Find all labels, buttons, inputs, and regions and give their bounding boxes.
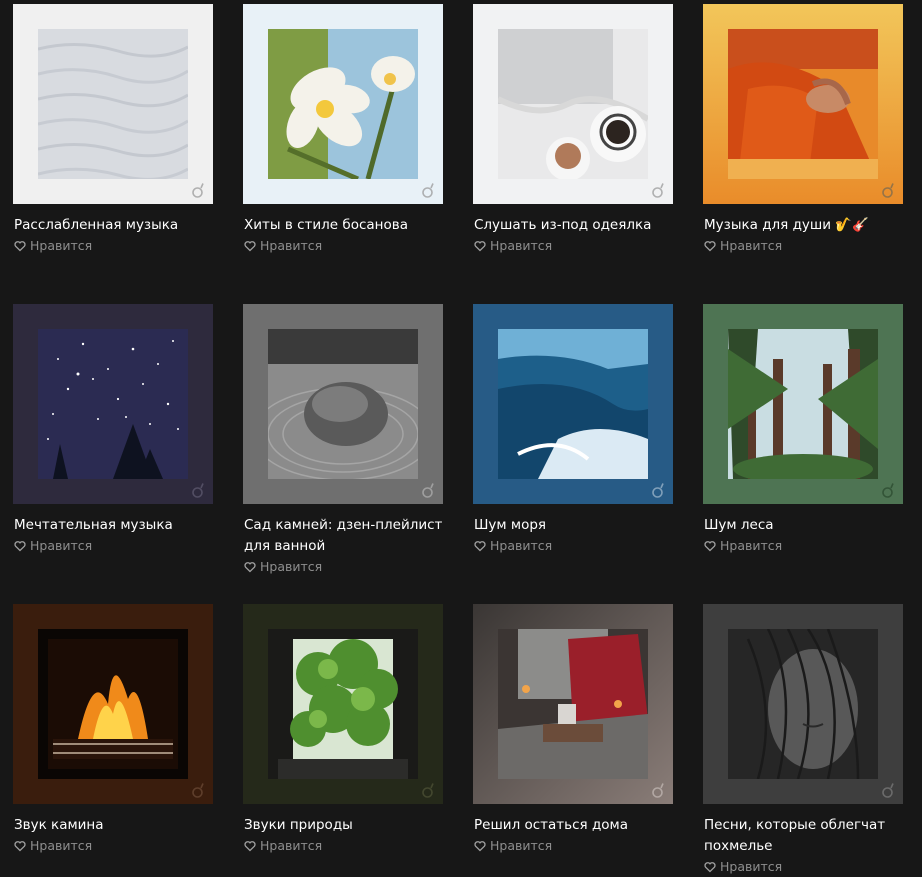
playlist-cover[interactable] xyxy=(473,4,673,204)
like-label: Нравится xyxy=(30,538,93,553)
heart-icon xyxy=(704,241,716,252)
playlist-title[interactable]: Слушать из-под одеялка xyxy=(473,215,674,236)
playlist-cover[interactable] xyxy=(473,304,673,504)
music-note-icon xyxy=(192,483,204,498)
like-label: Нравится xyxy=(490,838,553,853)
like-button[interactable]: Нравится xyxy=(243,557,443,577)
like-label: Нравится xyxy=(30,838,93,853)
playlist-card[interactable]: Звуки природы Нравится xyxy=(243,604,443,856)
cover-image-night-sky xyxy=(38,329,188,479)
heart-icon xyxy=(474,541,486,552)
playlist-card[interactable]: Слушать из-под одеялка Нравится xyxy=(473,4,673,256)
playlist-card[interactable]: Музыка для души 🎷🎸 Нравится xyxy=(703,4,903,256)
playlist-title[interactable]: Мечтательная музыка xyxy=(13,515,214,536)
playlist-cover[interactable] xyxy=(13,604,213,804)
music-note-icon xyxy=(882,483,894,498)
playlist-card[interactable]: Расслабленная музыка Нравится xyxy=(13,4,213,256)
music-note-icon xyxy=(882,783,894,798)
music-note-icon xyxy=(422,783,434,798)
playlist-cover[interactable] xyxy=(703,4,903,204)
cover-image-monk xyxy=(728,29,878,179)
like-label: Нравится xyxy=(260,838,323,853)
heart-icon xyxy=(244,841,256,852)
like-label: Нравится xyxy=(30,238,93,253)
playlist-card[interactable]: Мечтательная музыка Нравится xyxy=(13,304,213,556)
like-label: Нравится xyxy=(260,559,323,574)
like-button[interactable]: Нравится xyxy=(243,236,443,256)
heart-icon xyxy=(474,841,486,852)
playlist-card[interactable]: Шум леса Нравится xyxy=(703,304,903,556)
playlist-title[interactable]: Звук камина xyxy=(13,815,214,836)
cover-image-fireplace xyxy=(38,629,188,779)
playlist-title[interactable]: Решил остаться дома xyxy=(473,815,674,836)
cover-image-window-garden xyxy=(268,629,418,779)
like-button[interactable]: Нравится xyxy=(13,536,213,556)
like-label: Нравится xyxy=(490,538,553,553)
playlist-title[interactable]: Звуки природы xyxy=(243,815,444,836)
playlist-cover[interactable] xyxy=(13,304,213,504)
like-label: Нравится xyxy=(720,538,783,553)
cover-image-coffee-bed xyxy=(498,29,648,179)
cover-image-sand xyxy=(38,29,188,179)
like-label: Нравится xyxy=(720,859,783,874)
music-note-icon xyxy=(192,783,204,798)
playlist-card[interactable]: Песни, которые облегчат похмелье Нравитс… xyxy=(703,604,903,877)
playlist-title[interactable]: Музыка для души 🎷🎸 xyxy=(703,215,904,236)
playlist-cover[interactable] xyxy=(473,604,673,804)
playlist-card[interactable]: Хиты в стиле босанова Нравится xyxy=(243,4,443,256)
playlist-grid: Расслабленная музыка Нравится Хиты в сти… xyxy=(0,0,922,874)
heart-icon xyxy=(474,241,486,252)
like-label: Нравится xyxy=(490,238,553,253)
cover-image-hair-portrait xyxy=(728,629,878,779)
playlist-cover[interactable] xyxy=(243,304,443,504)
cover-image-forest xyxy=(728,329,878,479)
like-button[interactable]: Нравится xyxy=(703,536,903,556)
heart-icon xyxy=(704,541,716,552)
heart-icon xyxy=(704,862,716,873)
like-label: Нравится xyxy=(260,238,323,253)
music-note-icon xyxy=(422,183,434,198)
like-button[interactable]: Нравится xyxy=(473,536,673,556)
playlist-card[interactable]: Сад камней: дзен-плейлист для ванной Нра… xyxy=(243,304,443,577)
playlist-card[interactable]: Шум моря Нравится xyxy=(473,304,673,556)
heart-icon xyxy=(14,841,26,852)
heart-icon xyxy=(14,541,26,552)
music-note-icon xyxy=(652,483,664,498)
music-note-icon xyxy=(422,483,434,498)
like-button[interactable]: Нравится xyxy=(703,857,903,877)
like-button[interactable]: Нравится xyxy=(703,236,903,256)
playlist-title[interactable]: Сад камней: дзен-плейлист для ванной xyxy=(243,515,444,557)
like-button[interactable]: Нравится xyxy=(473,836,673,856)
playlist-cover[interactable] xyxy=(243,604,443,804)
playlist-card[interactable]: Решил остаться дома Нравится xyxy=(473,604,673,856)
playlist-cover[interactable] xyxy=(703,304,903,504)
heart-icon xyxy=(14,241,26,252)
heart-icon xyxy=(244,562,256,573)
playlist-title[interactable]: Расслабленная музыка xyxy=(13,215,214,236)
music-note-icon xyxy=(192,183,204,198)
cover-image-cozy-window xyxy=(498,629,648,779)
like-label: Нравится xyxy=(720,238,783,253)
playlist-title[interactable]: Шум моря xyxy=(473,515,674,536)
like-button[interactable]: Нравится xyxy=(473,236,673,256)
cover-image-zen-stone xyxy=(268,329,418,479)
heart-icon xyxy=(244,241,256,252)
music-note-icon xyxy=(652,783,664,798)
playlist-title[interactable]: Хиты в стиле босанова xyxy=(243,215,444,236)
cover-image-flowers xyxy=(268,29,418,179)
like-button[interactable]: Нравится xyxy=(13,236,213,256)
music-note-icon xyxy=(652,183,664,198)
like-button[interactable]: Нравится xyxy=(13,836,213,856)
playlist-cover[interactable] xyxy=(13,4,213,204)
playlist-cover[interactable] xyxy=(703,604,903,804)
playlist-title[interactable]: Шум леса xyxy=(703,515,904,536)
like-button[interactable]: Нравится xyxy=(243,836,443,856)
playlist-card[interactable]: Звук камина Нравится xyxy=(13,604,213,856)
music-note-icon xyxy=(882,183,894,198)
playlist-cover[interactable] xyxy=(243,4,443,204)
cover-image-wave xyxy=(498,329,648,479)
